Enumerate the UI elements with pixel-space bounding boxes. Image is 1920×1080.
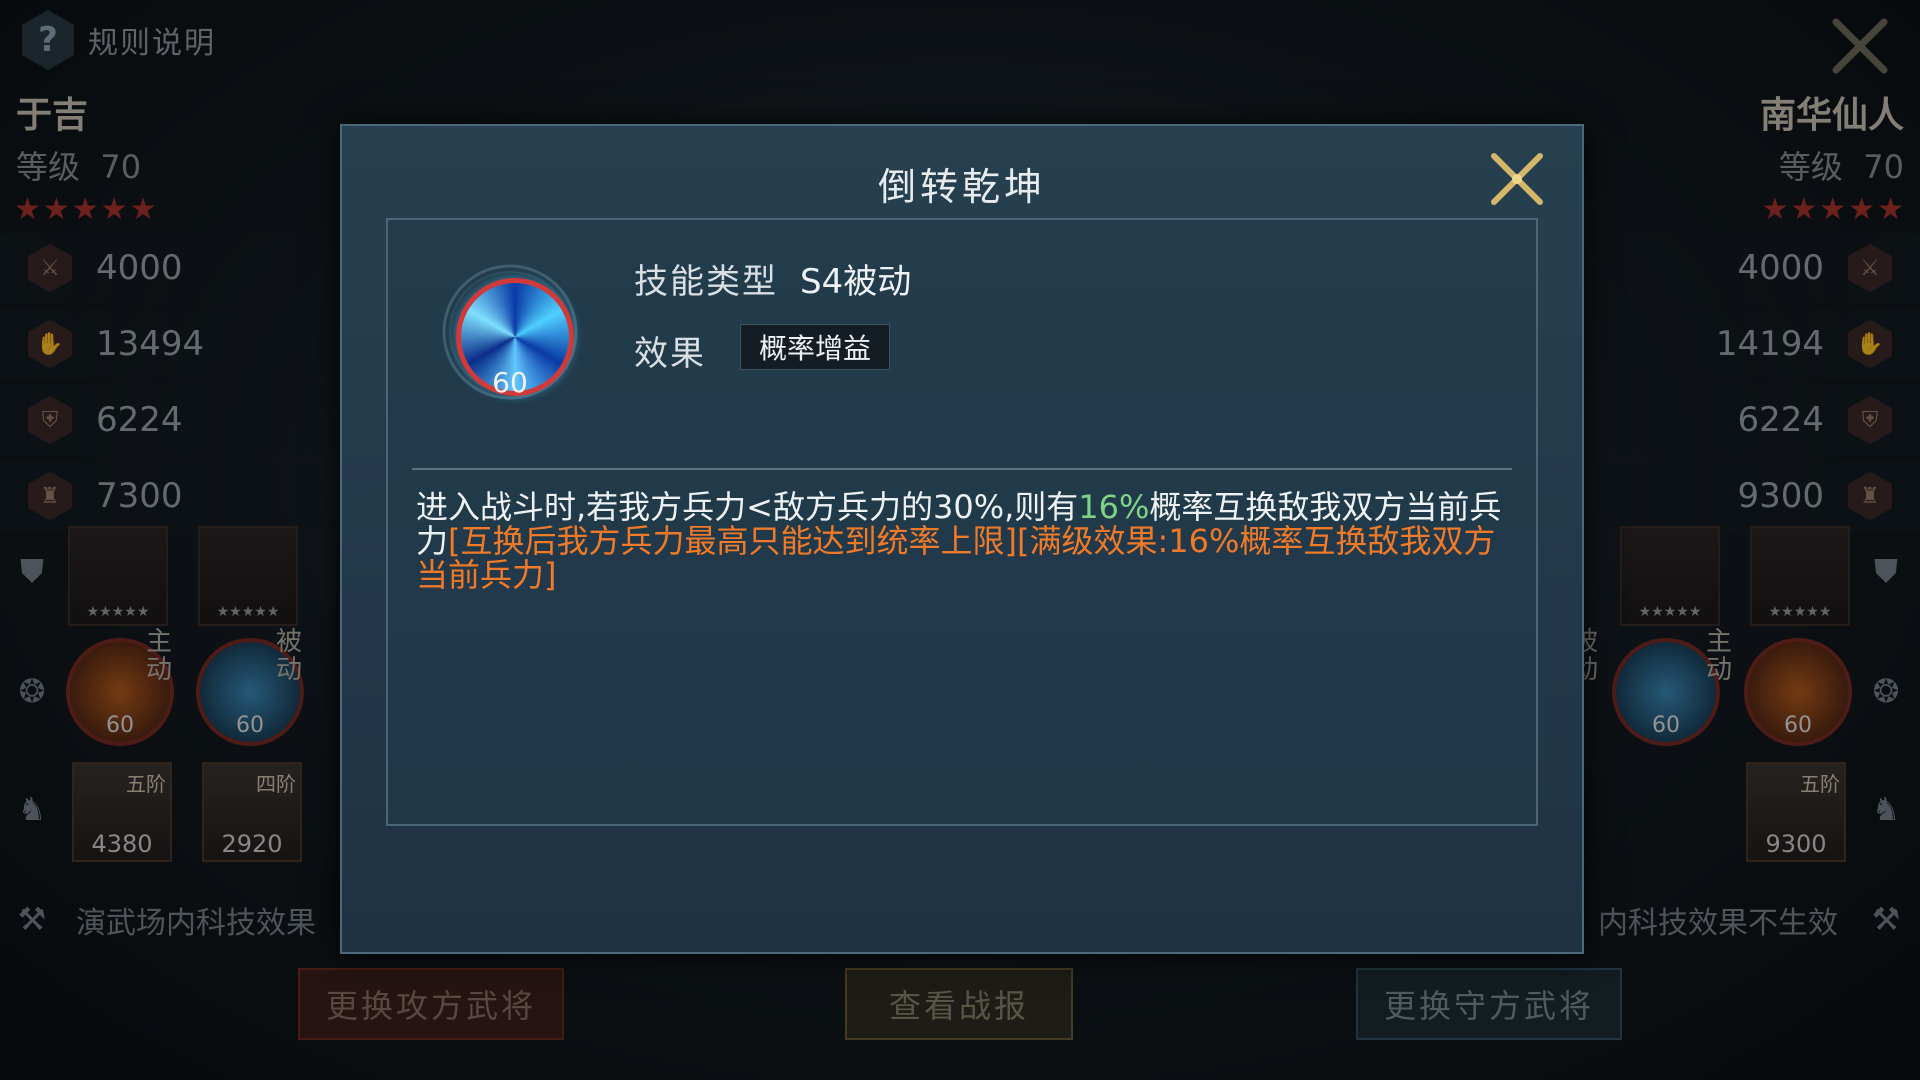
divider: [412, 468, 1512, 470]
effect-label: 效果: [634, 334, 706, 374]
skill-type-label: 技能类型: [634, 262, 778, 302]
skill-level: 60: [492, 366, 528, 399]
desc-highlight: 16%: [1078, 488, 1150, 526]
close-icon[interactable]: [1486, 148, 1548, 210]
skill-description: 进入战斗时,若我方兵力<敌方兵力的30%,则有16%概率互换敌我双方当前兵力[互…: [416, 490, 1506, 592]
skill-detail-modal: 倒转乾坤 60 技能类型 S4被动 效果 概率增益 进入战斗时,若我方兵力<敌方…: [340, 124, 1584, 954]
modal-title: 倒转乾坤: [877, 165, 1046, 209]
skill-emblem: 60: [440, 262, 580, 402]
skill-info-panel: 60 技能类型 S4被动 效果 概率增益 进入战斗时,若我方兵力<敌方兵力的30…: [386, 218, 1538, 826]
skill-type-value: S4被动: [800, 262, 912, 302]
desc-text: 进入战斗时,若我方兵力<敌方兵力的30%,则有: [416, 488, 1079, 526]
effect-badge: 概率增益: [740, 324, 891, 370]
desc-note: [互换后我方兵力最高只能达到统率上限][满级效果:16%概率互换敌我双方当前兵力…: [416, 522, 1496, 594]
